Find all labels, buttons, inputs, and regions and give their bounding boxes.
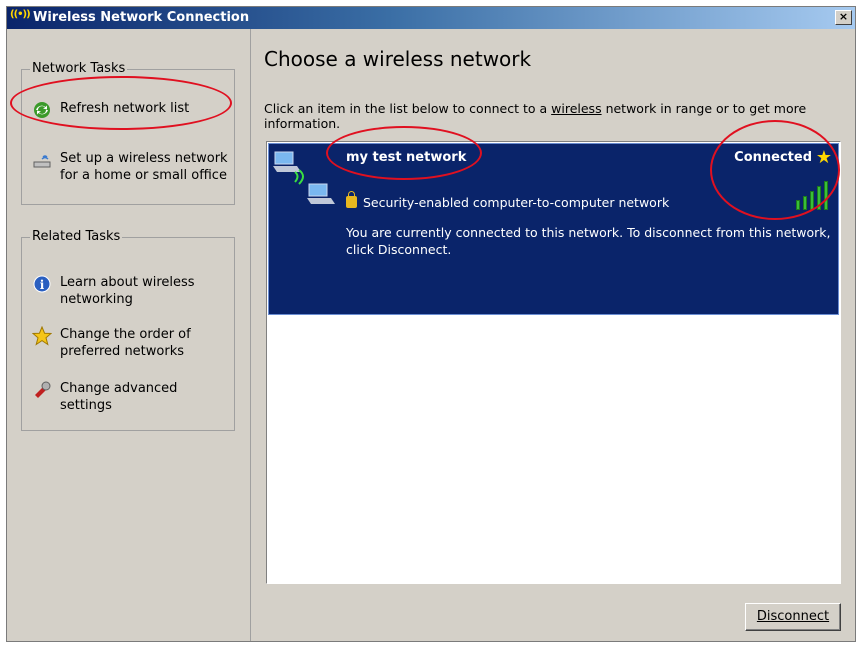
- security-info: Security-enabled computer-to-computer ne…: [346, 191, 670, 210]
- security-type: Security-enabled computer-to-computer ne…: [363, 195, 670, 210]
- title-bar[interactable]: ((•)) Wireless Network Connection ×: [7, 7, 855, 29]
- setup-wireless-network-label: Set up a wireless network for a home or …: [60, 151, 228, 183]
- advanced-settings-label: Change advanced settings: [60, 381, 178, 413]
- network-tasks-panel: Network Tasks Refresh network list Set u…: [21, 61, 235, 205]
- connection-message: You are currently connected to this netw…: [346, 225, 831, 257]
- network-name: my test network: [346, 150, 467, 165]
- setup-wireless-network-link[interactable]: Set up a wireless network for a home or …: [32, 150, 232, 184]
- learn-wireless-link[interactable]: i Learn about wireless networking: [32, 274, 200, 308]
- main-panel: Choose a wireless network Click an item …: [251, 29, 855, 641]
- network-item-selected[interactable]: my test network Connected ★ Security-ena…: [268, 143, 839, 315]
- window-title: Wireless Network Connection: [33, 10, 250, 25]
- info-icon: i: [32, 274, 52, 294]
- preferred-star-icon: ★: [815, 147, 832, 168]
- sidebar: Network Tasks Refresh network list Set u…: [7, 29, 251, 641]
- related-tasks-title: Related Tasks: [30, 229, 123, 244]
- network-tasks-title: Network Tasks: [30, 61, 128, 76]
- signal-strength-icon: [796, 180, 832, 210]
- settings-icon: [32, 380, 52, 400]
- wireless-icon: ((•)): [10, 9, 31, 20]
- refresh-network-list-label: Refresh network list: [60, 101, 190, 116]
- disconnect-button[interactable]: Disconnect: [745, 603, 841, 631]
- advanced-settings-link[interactable]: Change advanced settings: [32, 380, 200, 414]
- change-order-label: Change the order of preferred networks: [60, 327, 191, 359]
- refresh-network-list-link[interactable]: Refresh network list: [32, 100, 189, 120]
- star-icon: [31, 325, 53, 346]
- connection-status: Connected: [734, 150, 812, 165]
- svg-text:i: i: [40, 278, 45, 292]
- instructions-text: Click an item in the list below to conne…: [264, 101, 807, 131]
- page-title: Choose a wireless network: [264, 47, 532, 71]
- computer-to-computer-icon: [273, 148, 339, 212]
- network-list[interactable]: my test network Connected ★ Security-ena…: [266, 141, 841, 584]
- close-button[interactable]: ×: [835, 10, 852, 25]
- lock-icon: [346, 191, 357, 208]
- refresh-icon: [32, 100, 52, 120]
- wireless-connection-window: ((•)) Wireless Network Connection × Netw…: [6, 6, 856, 642]
- wireless-setup-icon: [32, 150, 52, 170]
- related-tasks-panel: Related Tasks i Learn about wireless net…: [21, 229, 235, 431]
- change-order-link[interactable]: Change the order of preferred networks: [31, 325, 200, 360]
- learn-wireless-label: Learn about wireless networking: [60, 275, 195, 307]
